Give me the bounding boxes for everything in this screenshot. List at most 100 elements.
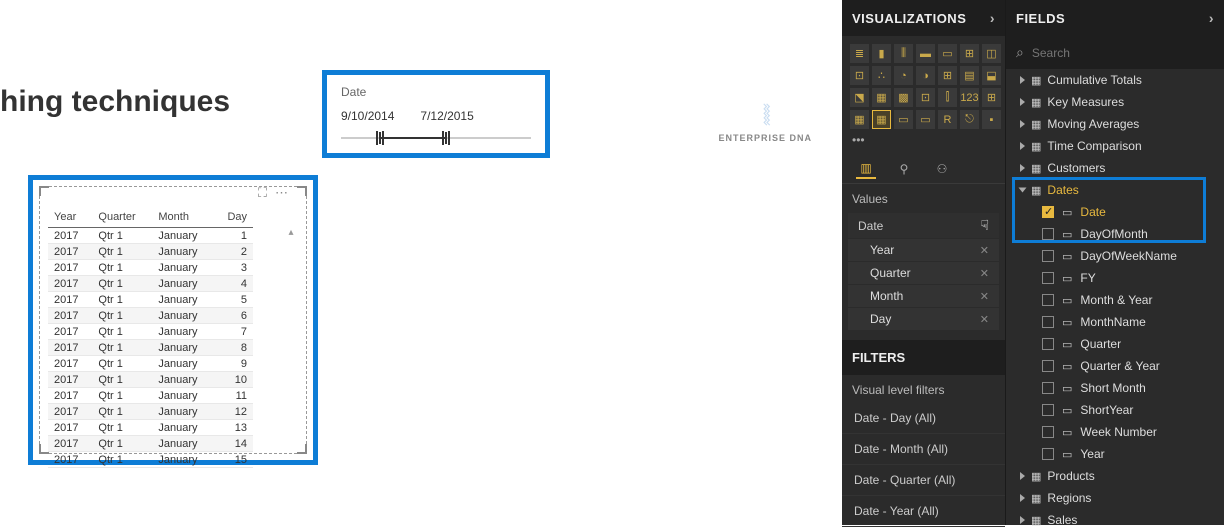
table-row[interactable]: 2017Qtr 1January15 [48, 452, 253, 468]
table-row[interactable]: 2017Qtr 1January2 [48, 244, 253, 260]
scroll-up-icon[interactable]: ▴ [286, 227, 296, 238]
table-row[interactable]: 2017Qtr 1January6 [48, 308, 253, 324]
filter-item[interactable]: Date - Day (All) [842, 403, 1005, 434]
remove-field-icon[interactable]: ✕ [980, 244, 989, 257]
viz-type-icon[interactable]: ▤ [960, 66, 979, 85]
chevron-right-icon[interactable]: › [990, 10, 995, 26]
viz-type-icon[interactable]: ▦ [872, 88, 891, 107]
expand-icon[interactable] [1020, 98, 1025, 106]
viz-type-icon[interactable]: ▭ [916, 110, 935, 129]
viz-type-icon[interactable]: ⬔ [850, 88, 869, 107]
table-sales[interactable]: ▦Sales [1006, 509, 1224, 531]
expand-icon[interactable] [1020, 516, 1025, 524]
field-quarter-year[interactable]: ▭Quarter & Year [1006, 355, 1224, 377]
focus-mode-icon[interactable]: ⛶ [258, 185, 267, 201]
viz-type-icon[interactable]: ▦ [850, 110, 869, 129]
filter-item[interactable]: Date - Year (All) [842, 496, 1005, 527]
table-regions[interactable]: ▦Regions [1006, 487, 1224, 509]
viz-type-icon[interactable]: 123 [960, 88, 979, 107]
checkbox[interactable] [1042, 404, 1054, 416]
table-row[interactable]: 2017Qtr 1January8 [48, 340, 253, 356]
remove-field-icon[interactable]: ✕ [980, 267, 989, 280]
viz-type-icon[interactable]: R [938, 110, 957, 129]
viz-type-icon[interactable]: ▩ [894, 88, 913, 107]
table-time-comparison[interactable]: ▦Time Comparison [1006, 135, 1224, 157]
table-row[interactable]: 2017Qtr 1January5 [48, 292, 253, 308]
well-field[interactable]: Quarter✕ [848, 262, 999, 284]
viz-type-icon[interactable]: ⊡ [916, 88, 935, 107]
table-dates[interactable]: ▦Dates [1006, 179, 1224, 201]
slider-handle-end[interactable] [445, 132, 447, 144]
checkbox[interactable] [1042, 316, 1054, 328]
table-row[interactable]: 2017Qtr 1January4 [48, 276, 253, 292]
checkbox[interactable] [1042, 360, 1054, 372]
field-monthname[interactable]: ▭MonthName [1006, 311, 1224, 333]
slider-handle-start[interactable] [379, 132, 381, 144]
table-row[interactable]: 2017Qtr 1January14 [48, 436, 253, 452]
checkbox[interactable] [1042, 272, 1054, 284]
slicer-slider[interactable] [341, 129, 531, 147]
field-dayofweekname[interactable]: ▭DayOfWeekName [1006, 245, 1224, 267]
table-products[interactable]: ▦Products [1006, 465, 1224, 487]
chevron-right-icon[interactable]: › [1209, 10, 1214, 26]
checkbox[interactable] [1042, 250, 1054, 262]
field-year[interactable]: ▭Year [1006, 443, 1224, 465]
checkbox[interactable] [1042, 448, 1054, 460]
table-cumulative-totals[interactable]: ▦Cumulative Totals [1006, 69, 1224, 91]
analytics-tab[interactable]: ⚇ [932, 159, 952, 179]
viz-type-icon[interactable]: ⊞ [938, 66, 957, 85]
expand-icon[interactable] [1020, 142, 1025, 150]
table-row[interactable]: 2017Qtr 1January11 [48, 388, 253, 404]
viz-type-icon[interactable]: ⎋ [960, 110, 979, 129]
table-row[interactable]: 2017Qtr 1January7 [48, 324, 253, 340]
table-row[interactable]: 2017Qtr 1January9 [48, 356, 253, 372]
table-row[interactable]: 2017Qtr 1January1 [48, 228, 253, 244]
checkbox[interactable] [1042, 294, 1054, 306]
table-row[interactable]: 2017Qtr 1January13 [48, 420, 253, 436]
filters-header[interactable]: FILTERS [842, 340, 1005, 375]
viz-type-icon[interactable]: ⫼ [894, 44, 913, 63]
expand-icon[interactable] [1020, 494, 1025, 502]
checkbox[interactable] [1042, 228, 1054, 240]
well-field[interactable]: Year✕ [848, 239, 999, 261]
column-header[interactable]: Year [48, 209, 92, 228]
checkbox[interactable] [1042, 426, 1054, 438]
viz-type-icon[interactable]: ⊞ [960, 44, 979, 63]
field-shortyear[interactable]: ▭ShortYear [1006, 399, 1224, 421]
checkbox[interactable] [1042, 382, 1054, 394]
filter-item[interactable]: Date - Month (All) [842, 434, 1005, 465]
viz-type-icon[interactable]: ⫿ [938, 88, 957, 107]
expand-icon[interactable] [1020, 164, 1025, 172]
field-quarter[interactable]: ▭Quarter [1006, 333, 1224, 355]
table-row[interactable]: 2017Qtr 1January3 [48, 260, 253, 276]
viz-type-icon[interactable]: ▭ [894, 110, 913, 129]
column-header[interactable]: Quarter [92, 209, 152, 228]
fields-well-tab[interactable]: ▥ [856, 159, 876, 179]
viz-type-icon[interactable]: ▪ [982, 110, 1001, 129]
viz-type-icon[interactable]: ⬓ [982, 66, 1001, 85]
slicer-end-date[interactable]: 7/12/2015 [420, 109, 473, 123]
viz-type-icon[interactable]: ◔ [894, 66, 913, 85]
well-field-date[interactable]: Date ☟ [848, 213, 999, 238]
viz-type-icon[interactable]: ◑ [916, 66, 935, 85]
viz-type-icon[interactable]: ▮ [872, 44, 891, 63]
viz-type-icon[interactable]: ⊞ [982, 88, 1001, 107]
viz-type-icon[interactable]: ▦ [872, 110, 891, 129]
table-moving-averages[interactable]: ▦Moving Averages [1006, 113, 1224, 135]
date-slicer-visual[interactable]: Date 9/10/2014 7/12/2015 [322, 70, 550, 158]
expand-icon[interactable] [1020, 472, 1025, 480]
column-header[interactable]: Day [215, 209, 253, 228]
field-short-month[interactable]: ▭Short Month [1006, 377, 1224, 399]
remove-field-icon[interactable]: ✕ [980, 290, 989, 303]
viz-type-icon[interactable]: ∴ [872, 66, 891, 85]
column-header[interactable]: Month [152, 209, 214, 228]
well-field[interactable]: Month✕ [848, 285, 999, 307]
expand-icon[interactable] [1019, 188, 1027, 193]
table-visual[interactable]: ⛶ ⋯ YearQuarterMonthDay 2017Qtr 1January… [28, 175, 318, 465]
filter-item[interactable]: Date - Quarter (All) [842, 465, 1005, 496]
viz-type-icon[interactable]: ≣ [850, 44, 869, 63]
more-visuals-icon[interactable]: ••• [842, 133, 1005, 153]
fields-header[interactable]: FIELDS› [1006, 0, 1224, 36]
field-date[interactable]: ▭Date [1006, 201, 1224, 223]
table-customers[interactable]: ▦Customers [1006, 157, 1224, 179]
